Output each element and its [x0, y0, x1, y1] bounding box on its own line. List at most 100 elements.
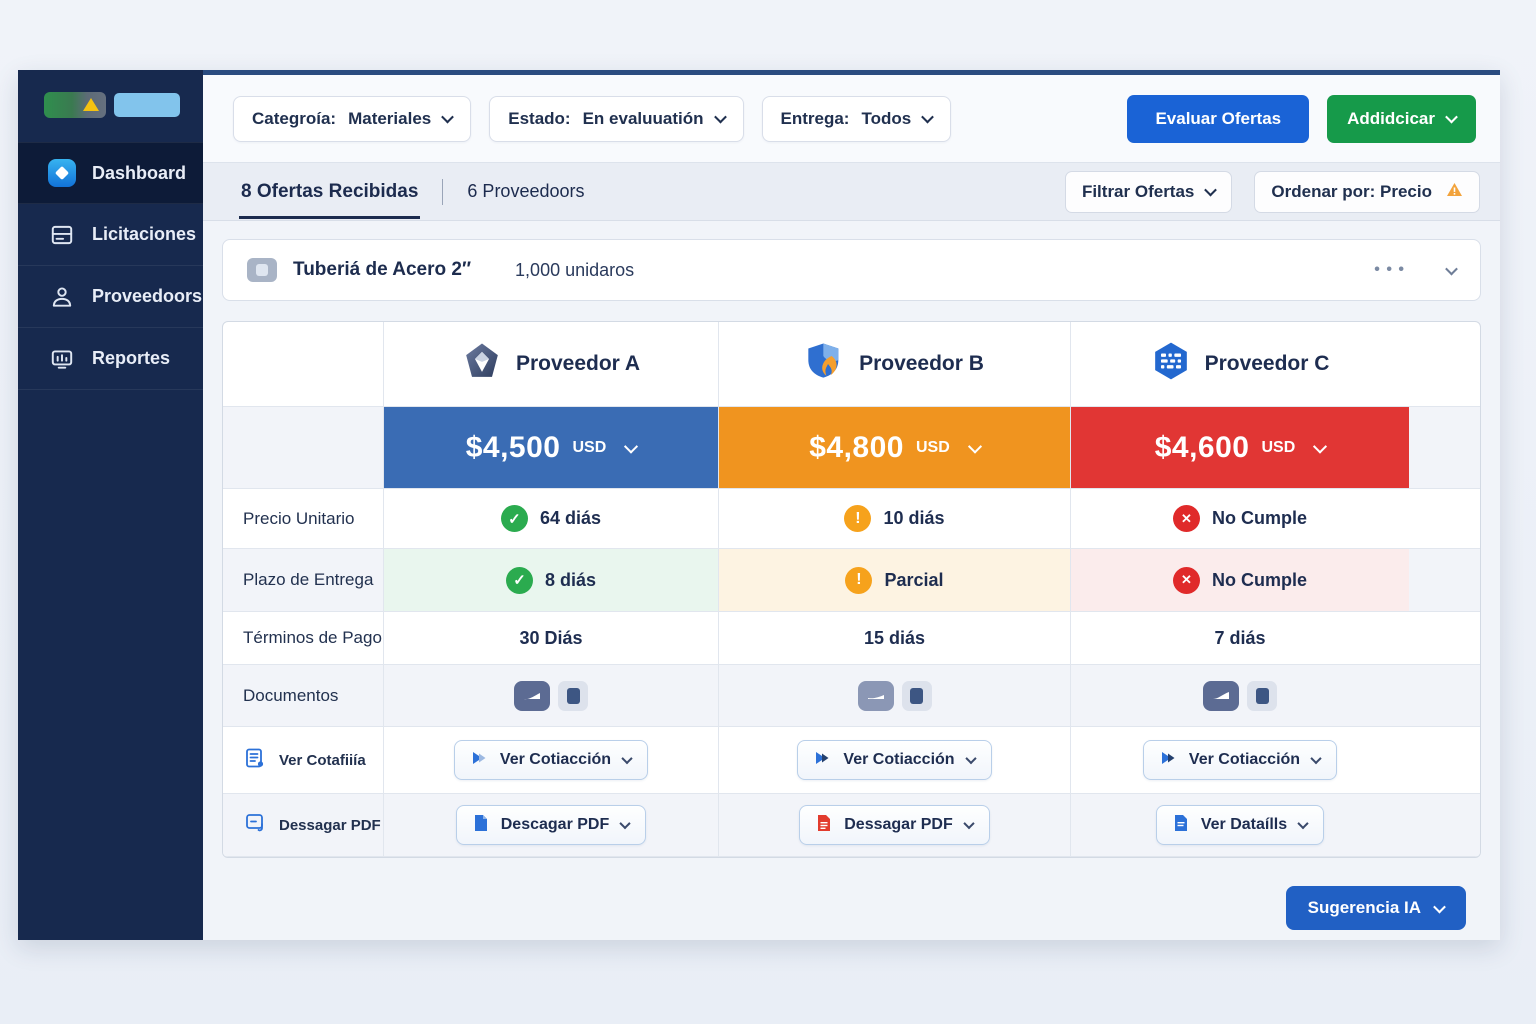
- chevron-down-icon: [441, 111, 454, 124]
- view-quote-button-c[interactable]: Ver Cotiacción: [1143, 740, 1337, 780]
- download-pdf-button-b[interactable]: Dessagar PDF: [799, 805, 990, 845]
- status-filter[interactable]: Estado: En evaluuatión: [489, 96, 743, 142]
- pdf-c-cell: Ver Dataílls: [1071, 794, 1409, 857]
- sidebar-item-dashboard[interactable]: Dashboard: [18, 142, 203, 204]
- payment-b-cell: 15 diás: [719, 612, 1071, 665]
- view-details-button-c[interactable]: Ver Dataílls: [1156, 805, 1324, 845]
- item-quantity: 1,000 unidaros: [515, 260, 634, 281]
- header-spacer-cell: [1409, 322, 1480, 407]
- chevron-down-icon: [624, 439, 638, 453]
- document-file-icon[interactable]: [558, 681, 588, 711]
- pdf-b-cell: Dessagar PDF: [719, 794, 1071, 857]
- provider-c-price[interactable]: $4,600 USD: [1071, 407, 1409, 489]
- app-logo: [18, 70, 203, 142]
- provider-b-price[interactable]: $4,800 USD: [719, 407, 1071, 489]
- play-icon: [471, 750, 488, 771]
- view-quote-button-b[interactable]: Ver Cotiacción: [797, 740, 991, 780]
- category-filter[interactable]: Categroía: Materiales: [233, 96, 471, 142]
- header-empty-cell: [223, 322, 384, 407]
- chevron-down-icon: [968, 439, 982, 453]
- price-value: $4,600: [1155, 431, 1250, 465]
- chevron-down-icon: [1313, 439, 1327, 453]
- view-quote-button-label: Ver Cotiacción: [1189, 751, 1300, 769]
- provider-b-header: Proveedor B: [719, 322, 1071, 407]
- delivery-filter[interactable]: Entrega: Todos: [762, 96, 952, 142]
- document-file-icon[interactable]: [1247, 681, 1277, 711]
- quote-document-icon: [243, 746, 267, 774]
- sidebar-item-proveedores[interactable]: Proveedoors: [18, 266, 203, 328]
- delivery-filter-value: Todos: [861, 109, 911, 129]
- sidebar-item-reportes[interactable]: Reportes: [18, 328, 203, 390]
- price-warning-icon: [1446, 182, 1463, 202]
- chevron-down-icon: [963, 818, 974, 829]
- provider-a-header: Proveedor A: [384, 322, 719, 407]
- sidebar: Dashboard Licitaciones Proveedoors: [18, 70, 203, 940]
- tabs-bar: 8 Ofertas Recibidas 6 Proveedoors Filtra…: [203, 163, 1500, 221]
- document-preview-icon[interactable]: [514, 681, 550, 711]
- provider-c-name: Proveedor C: [1205, 352, 1330, 376]
- filter-toolbar: Categroía: Materiales Estado: En evaluua…: [203, 75, 1500, 163]
- document-preview-icon[interactable]: [858, 681, 894, 711]
- download-pdf-button-label: Descagar PDF: [501, 816, 610, 834]
- download-pdf-button-a[interactable]: Descagar PDF: [456, 805, 647, 845]
- category-filter-value: Materiales: [348, 109, 431, 129]
- view-quote-button-a[interactable]: Ver Cotiacción: [454, 740, 648, 780]
- document-preview-icon[interactable]: [1203, 681, 1239, 711]
- dashboard-icon: [48, 159, 76, 187]
- sort-by-price-button[interactable]: Ordenar por: Precio: [1254, 171, 1480, 213]
- price-currency: USD: [572, 439, 606, 457]
- row-label-delivery: Plazo de Entrega: [223, 549, 384, 612]
- chevron-down-icon: [1445, 111, 1458, 124]
- row-label-payment: Términos de Pago: [223, 612, 384, 665]
- logo-mark: [44, 92, 106, 118]
- price-currency: USD: [916, 439, 950, 457]
- chevron-down-icon: [1297, 818, 1308, 829]
- unit-price-a-value: 64 diás: [540, 508, 601, 529]
- chevron-down-icon: [1205, 184, 1218, 197]
- delivery-a-value: 8 diás: [545, 570, 596, 591]
- play-icon: [814, 750, 831, 771]
- award-button-label: Addidcicar: [1347, 109, 1435, 129]
- sidebar-item-licitaciones[interactable]: Licitaciones: [18, 204, 203, 266]
- download-pdf-label: Dessagar PDF: [279, 817, 381, 834]
- provider-c-header: Proveedor C: [1071, 322, 1409, 407]
- provider-a-price[interactable]: $4,500 USD: [384, 407, 719, 489]
- download-pdf-button-label: Dessagar PDF: [844, 816, 953, 834]
- provider-b-icon: [805, 341, 845, 387]
- delivery-b-value: Parcial: [884, 570, 943, 591]
- app-window: Dashboard Licitaciones Proveedoors: [18, 70, 1500, 940]
- price-value: $4,800: [809, 431, 904, 465]
- unit-price-a-cell: 64 diás: [384, 489, 719, 549]
- chevron-down-icon: [620, 818, 631, 829]
- award-button[interactable]: Addidcicar: [1327, 95, 1476, 143]
- item-row[interactable]: Tuberiá de Acero 2″ 1,000 unidaros: [222, 239, 1481, 301]
- row-label-documents: Documentos: [223, 665, 384, 727]
- item-thumbnail-icon: [247, 258, 277, 282]
- ai-suggestion-button[interactable]: Sugerencia IA: [1286, 886, 1466, 930]
- price-spacer-cell: [1409, 407, 1480, 489]
- item-name: Tuberiá de Acero 2″: [293, 259, 471, 281]
- document-file-icon[interactable]: [902, 681, 932, 711]
- quote-spacer-cell: [1409, 727, 1480, 794]
- delivery-spacer-cell: [1409, 549, 1480, 612]
- tab-providers[interactable]: 6 Proveedoors: [465, 165, 586, 218]
- chevron-down-icon[interactable]: [1445, 262, 1458, 275]
- unit-price-c-cell: No Cumple: [1071, 489, 1409, 549]
- unit-price-b-value: 10 diás: [883, 508, 944, 529]
- chevron-down-icon: [621, 753, 632, 764]
- view-quote-button-label: Ver Cotiacción: [500, 751, 611, 769]
- tab-offers-received[interactable]: 8 Ofertas Recibidas: [239, 165, 420, 219]
- cross-icon: [1173, 567, 1200, 594]
- evaluate-offers-button[interactable]: Evaluar Ofertas: [1127, 95, 1309, 143]
- category-filter-label: Categroía:: [252, 109, 336, 129]
- cross-icon: [1173, 505, 1200, 532]
- pdf-spacer-cell: [1409, 794, 1480, 857]
- status-filter-value: En evaluuatión: [583, 109, 704, 129]
- provider-c-icon: [1151, 341, 1191, 387]
- row-label-download-pdf: Dessagar PDF: [223, 794, 384, 857]
- payment-spacer-cell: [1409, 612, 1480, 665]
- more-options-icon[interactable]: [1374, 261, 1405, 279]
- payment-a-cell: 30 Diás: [384, 612, 719, 665]
- delivery-filter-label: Entrega:: [781, 109, 850, 129]
- filter-offers-button[interactable]: Filtrar Ofertas: [1065, 171, 1232, 213]
